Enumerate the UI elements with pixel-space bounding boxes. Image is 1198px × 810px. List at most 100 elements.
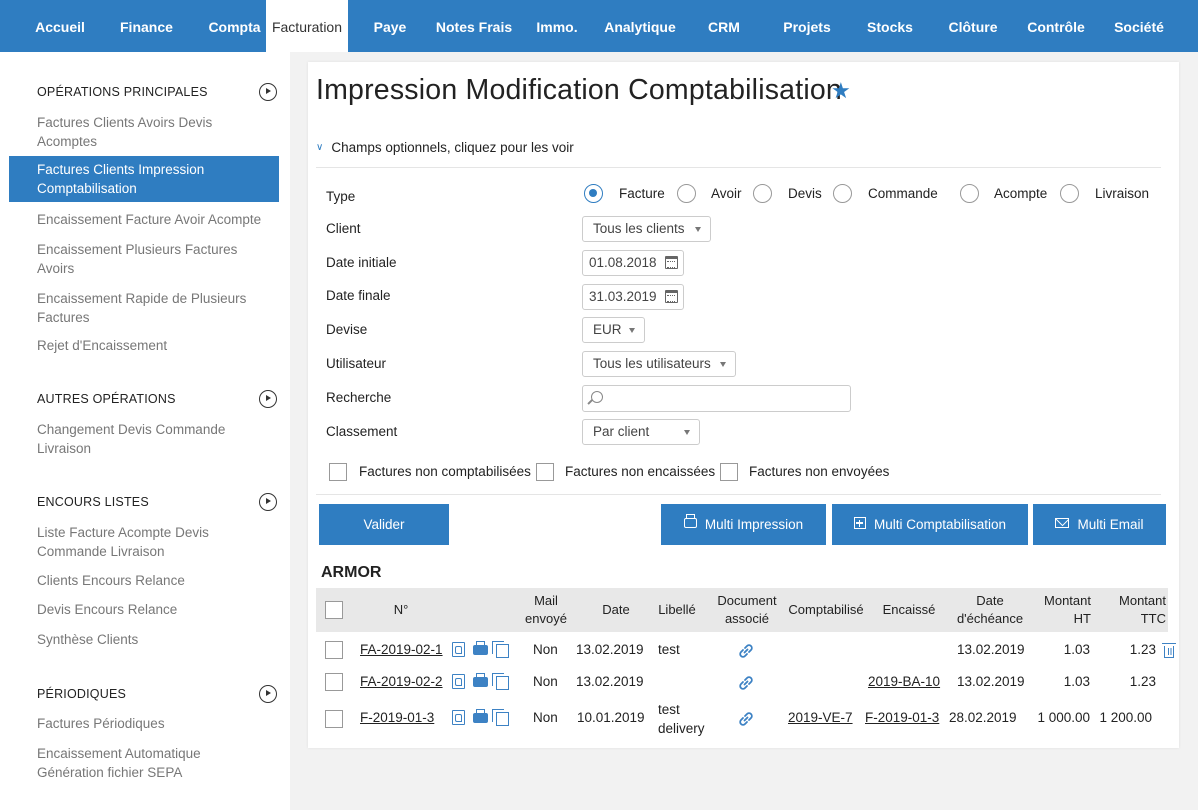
client-select-value: Tous les clients [593, 221, 685, 236]
print-icon[interactable] [473, 673, 488, 687]
sort-select[interactable]: Par client [582, 419, 700, 445]
radio-devis[interactable] [753, 184, 772, 203]
checkbox-non-comptabilisees[interactable] [329, 463, 347, 481]
row-checkbox[interactable] [325, 710, 343, 728]
sidebar-item-synthese-clients[interactable]: Synthèse Clients [37, 630, 267, 649]
expand-arrow-icon[interactable] [259, 685, 277, 703]
tab-compta[interactable]: Compta [203, 0, 266, 52]
cashed-link[interactable]: 2019-BA-10 [868, 674, 940, 689]
sidebar-item-factures-clients[interactable]: Factures Clients Avoirs Devis Acomptes [37, 113, 267, 151]
sidebar-item-clients-encours[interactable]: Clients Encours Relance [37, 571, 267, 590]
trash-icon[interactable] [1162, 643, 1176, 658]
sidebar-item-encaissement-facture[interactable]: Encaissement Facture Avoir Acompte [37, 210, 267, 229]
sidebar-item-factures-periodiques[interactable]: Factures Périodiques [37, 714, 267, 733]
tab-notes-frais[interactable]: Notes Frais [432, 0, 516, 52]
calendar-icon[interactable] [665, 256, 678, 269]
tab-societe[interactable]: Société [1098, 0, 1180, 52]
checkbox-non-envoyees[interactable] [720, 463, 738, 481]
due-date: 13.02.2019 [957, 642, 1025, 657]
sidebar-item-encaissement-rapide[interactable]: Encaissement Rapide de Plusieurs Facture… [37, 289, 267, 327]
tab-cloture[interactable]: Clôture [932, 0, 1014, 52]
favorite-star-icon[interactable]: ★ [831, 78, 851, 104]
expand-arrow-icon[interactable] [259, 493, 277, 511]
due-date: 28.02.2019 [949, 710, 1017, 725]
copy-icon[interactable] [492, 709, 509, 726]
multi-email-button[interactable]: Multi Email [1033, 504, 1166, 545]
user-label: Utilisateur [326, 356, 387, 371]
copy-icon[interactable] [492, 641, 509, 658]
radio-label-commande: Commande [868, 186, 938, 201]
tab-analytique[interactable]: Analytique [598, 0, 682, 52]
tab-finance[interactable]: Finance [120, 0, 173, 52]
date-end-value: 31.03.2019 [589, 289, 657, 304]
cashed-link[interactable]: F-2019-01-3 [865, 710, 939, 725]
radio-commande[interactable] [833, 184, 852, 203]
radio-avoir[interactable] [677, 184, 696, 203]
sidebar-item-liste-facture[interactable]: Liste Facture Acompte Devis Commande Liv… [37, 523, 267, 561]
currency-select[interactable]: EUR [582, 317, 645, 343]
tab-controle[interactable]: Contrôle [1014, 0, 1098, 52]
sidebar-item-devis-encours[interactable]: Devis Encours Relance [37, 600, 267, 619]
pdf-icon[interactable] [452, 710, 465, 725]
client-select[interactable]: Tous les clients [582, 216, 711, 242]
tab-facturation[interactable]: Facturation [266, 0, 348, 52]
link-icon[interactable] [738, 711, 754, 727]
print-icon[interactable] [473, 709, 488, 723]
tab-paye[interactable]: Paye [348, 0, 432, 52]
checkbox-non-encaissees[interactable] [536, 463, 554, 481]
validate-button[interactable]: Valider [319, 504, 449, 545]
user-select-value: Tous les utilisateurs [593, 356, 711, 371]
tab-projets[interactable]: Projets [766, 0, 848, 52]
section-header-encours-listes: ENCOURS LISTES [37, 495, 149, 509]
mail-sent: Non [533, 710, 558, 725]
pdf-icon[interactable] [452, 674, 465, 689]
row-checkbox[interactable] [325, 673, 343, 691]
row-checkbox[interactable] [325, 641, 343, 659]
sidebar-item-encaissement-automatique[interactable]: Encaissement Automatique Génération fich… [37, 744, 267, 782]
link-icon[interactable] [738, 643, 754, 659]
sidebar-item-rejet-encaissement[interactable]: Rejet d'Encaissement [37, 336, 267, 355]
multi-print-button[interactable]: Multi Impression [661, 504, 826, 545]
header-num: N° [393, 602, 409, 617]
sidebar-item-encaissement-plusieurs[interactable]: Encaissement Plusieurs Factures Avoirs [37, 240, 267, 278]
search-input[interactable] [582, 385, 851, 412]
date-start-input[interactable]: 01.08.2018 [582, 250, 684, 276]
date-end-label: Date finale [326, 288, 391, 303]
calendar-icon[interactable] [665, 290, 678, 303]
radio-facture[interactable] [584, 184, 603, 203]
tab-immo[interactable]: Immo. [516, 0, 598, 52]
radio-livraison[interactable] [1060, 184, 1079, 203]
tab-stocks[interactable]: Stocks [848, 0, 932, 52]
tab-accueil[interactable]: Accueil [0, 0, 120, 52]
invoice-number-link[interactable]: FA-2019-02-2 [360, 674, 443, 689]
multi-post-button[interactable]: Multi Comptabilisation [832, 504, 1028, 545]
date-end-input[interactable]: 31.03.2019 [582, 284, 684, 310]
print-icon[interactable] [473, 641, 488, 655]
envelope-icon [1055, 518, 1070, 529]
expand-arrow-icon[interactable] [259, 390, 277, 408]
link-icon[interactable] [738, 675, 754, 691]
header-doc: Document associé [717, 593, 777, 626]
optional-fields-toggle[interactable]: ∨ Champs optionnels, cliquez pour les voi… [316, 140, 574, 155]
table-row: FA-2019-02-2 Non 13.02.2019 2019-BA-10 1… [316, 666, 1168, 700]
posted-link[interactable]: 2019-VE-7 [788, 710, 853, 725]
invoice-number-link[interactable]: FA-2019-02-1 [360, 642, 443, 657]
invoice-label: test [658, 642, 680, 657]
currency-label: Devise [326, 322, 368, 337]
invoice-number-link[interactable]: F-2019-01-3 [360, 710, 434, 725]
type-label: Type [326, 189, 356, 204]
tab-crm[interactable]: CRM [682, 0, 766, 52]
row-doc-icons [452, 673, 509, 690]
expand-arrow-icon[interactable] [259, 83, 277, 101]
header-date: Date [602, 602, 630, 617]
select-all-checkbox[interactable] [325, 601, 343, 619]
copy-icon[interactable] [492, 673, 509, 690]
user-select[interactable]: Tous les utilisateurs [582, 351, 736, 377]
multi-print-label: Multi Impression [704, 517, 804, 532]
plus-square-icon [853, 517, 866, 530]
sidebar-item-changement-devis[interactable]: Changement Devis Commande Livraison [37, 420, 267, 458]
header-mail: Mail envoyé [525, 593, 567, 626]
sidebar-item-impression-comptabilisation[interactable]: Factures Clients Impression Comptabilisa… [9, 156, 279, 202]
radio-acompte[interactable] [960, 184, 979, 203]
pdf-icon[interactable] [452, 642, 465, 657]
